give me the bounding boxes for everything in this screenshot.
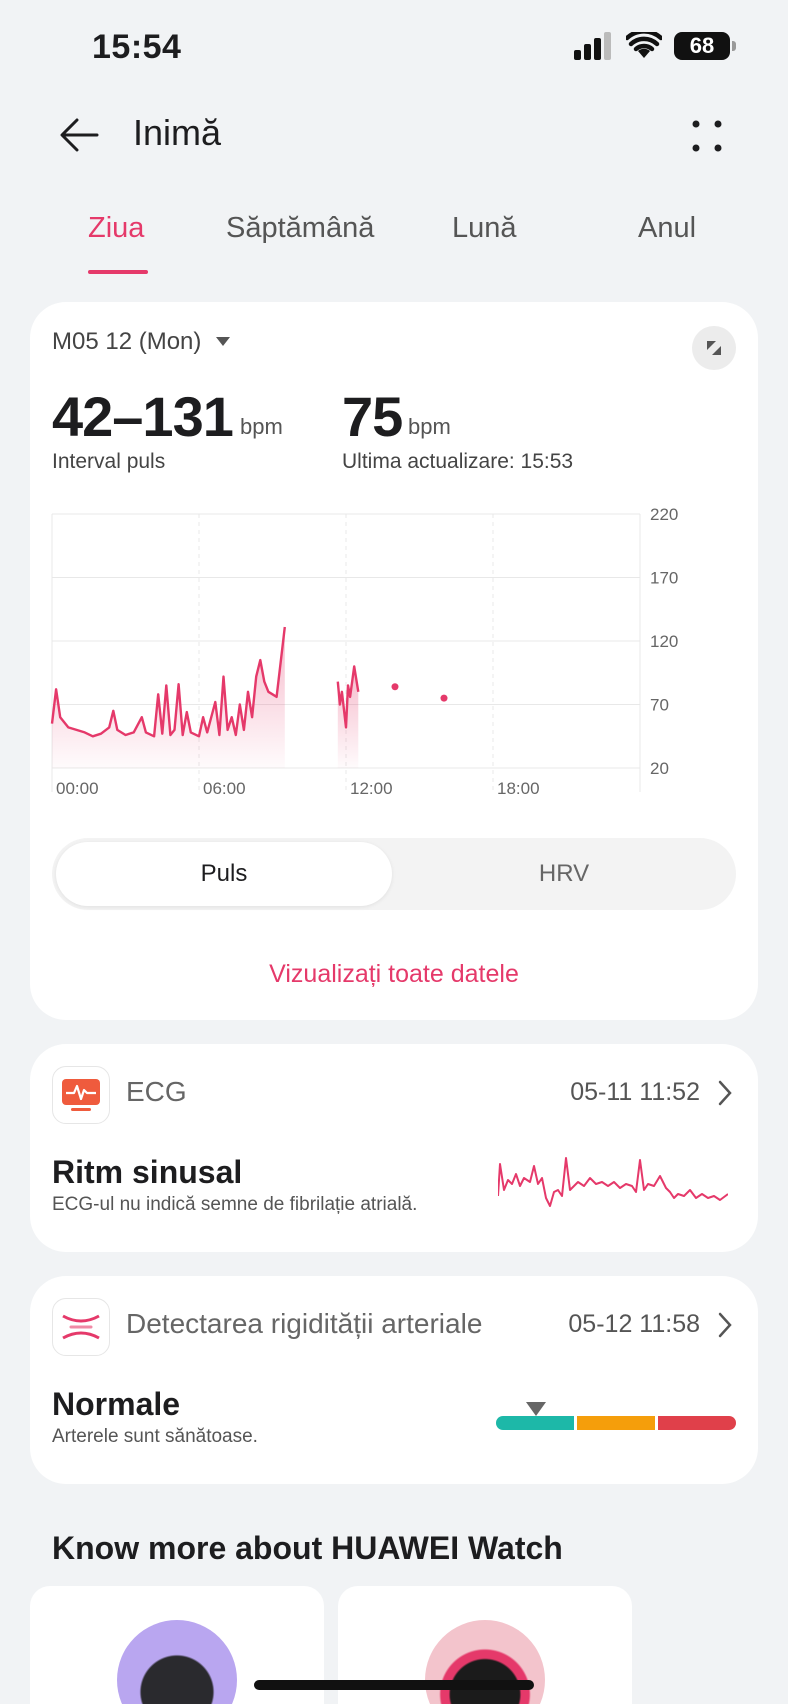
heart-rate-chart[interactable]: 220 170 120 70 20 00:00 06:00 12:00 18:00 xyxy=(30,498,758,818)
tab-month[interactable]: Lună xyxy=(452,212,517,245)
ecg-icon xyxy=(52,1066,110,1124)
status-bar: 15:54 68 xyxy=(0,0,788,96)
arterial-label: Detectarea rigidității arteriale xyxy=(126,1308,483,1339)
app-header: Inimă xyxy=(0,96,788,172)
series-area xyxy=(337,666,359,768)
tab-year[interactable]: Anul xyxy=(638,212,696,245)
latest-heart-rate: 75 xyxy=(342,385,403,448)
scale-mid-segment xyxy=(577,1416,655,1430)
caret-down-icon xyxy=(216,337,231,346)
arterial-stiffness-icon xyxy=(52,1298,110,1356)
chevron-right-icon xyxy=(718,1080,732,1106)
status-icons: 68 xyxy=(574,32,736,60)
heart-rate-range-unit: bpm xyxy=(240,414,283,439)
ecg-time: 05-11 11:52 xyxy=(570,1078,700,1106)
data-point xyxy=(440,694,448,702)
heart-rate-range-label: Interval puls xyxy=(52,450,166,473)
arterial-stiffness-card[interactable]: Detectarea rigidității arteriale 05-12 1… xyxy=(30,1276,758,1484)
back-button[interactable] xyxy=(54,110,104,160)
signal-icon xyxy=(574,32,611,60)
date-label: M05 12 (Mon) xyxy=(52,328,202,355)
watch-image xyxy=(425,1620,545,1704)
scale-marker xyxy=(526,1402,546,1416)
x-tick-label: 18:00 xyxy=(497,779,540,798)
wifi-icon xyxy=(626,32,662,58)
x-tick-label: 00:00 xyxy=(56,779,99,798)
x-tick-label: 06:00 xyxy=(203,779,246,798)
y-tick-label: 70 xyxy=(650,696,669,715)
heart-rate-range: 42–131 xyxy=(52,385,234,448)
arterial-detail: Arterele sunt sănătoase. xyxy=(52,1426,258,1447)
promo-section-title: Know more about HUAWEI Watch xyxy=(52,1530,563,1566)
arrow-left-icon xyxy=(60,118,99,152)
data-point xyxy=(391,683,399,691)
toggle-hrv[interactable]: HRV xyxy=(396,842,732,906)
metric-toggle: Puls HRV xyxy=(52,838,736,910)
ecg-label: ECG xyxy=(126,1076,187,1107)
y-tick-label: 170 xyxy=(650,569,678,588)
x-tick-label: 12:00 xyxy=(350,779,393,798)
ecg-result: Ritm sinusal xyxy=(52,1154,243,1190)
home-indicator xyxy=(254,1680,534,1690)
ecg-detail: ECG-ul nu indică semne de fibrilație atr… xyxy=(52,1194,418,1215)
tab-active-indicator xyxy=(88,270,148,274)
arterial-result: Normale xyxy=(52,1386,181,1422)
toggle-pulse[interactable]: Puls xyxy=(56,842,392,906)
last-update-label: Ultima actualizare: 15:53 xyxy=(342,450,574,473)
chevron-right-icon xyxy=(718,1312,732,1338)
battery-icon: 68 xyxy=(674,32,736,60)
latest-heart-rate-unit: bpm xyxy=(408,414,451,439)
scale-high-segment xyxy=(658,1416,736,1430)
page-title: Inimă xyxy=(133,112,222,153)
ecg-waveform xyxy=(498,1157,728,1207)
scale-normal-segment xyxy=(496,1416,574,1430)
expand-icon xyxy=(707,341,721,355)
arterial-time: 05-12 11:58 xyxy=(568,1310,700,1338)
view-all-data-link[interactable]: Vizualizați toate datele xyxy=(30,960,758,989)
tab-week[interactable]: Săptămână xyxy=(226,212,374,245)
watch-image xyxy=(117,1620,237,1704)
more-dots-icon xyxy=(692,120,722,152)
arterial-scale xyxy=(496,1402,736,1432)
y-tick-label: 220 xyxy=(650,505,678,524)
ecg-card[interactable]: ECG 05-11 11:52 Ritm sinusal ECG-ul nu i… xyxy=(30,1044,758,1252)
period-tabs: Ziua Săptămână Lună Anul xyxy=(0,200,788,280)
status-time: 15:54 xyxy=(92,28,182,66)
date-selector[interactable]: M05 12 (Mon) xyxy=(52,328,231,356)
y-tick-label: 120 xyxy=(650,632,678,651)
heart-rate-card: M05 12 (Mon) 42–131 bpm Interval puls 75… xyxy=(30,302,758,1020)
y-tick-label: 20 xyxy=(650,759,669,778)
fullscreen-button[interactable] xyxy=(692,326,736,370)
tab-day[interactable]: Ziua xyxy=(88,212,144,245)
more-button[interactable] xyxy=(682,110,732,160)
